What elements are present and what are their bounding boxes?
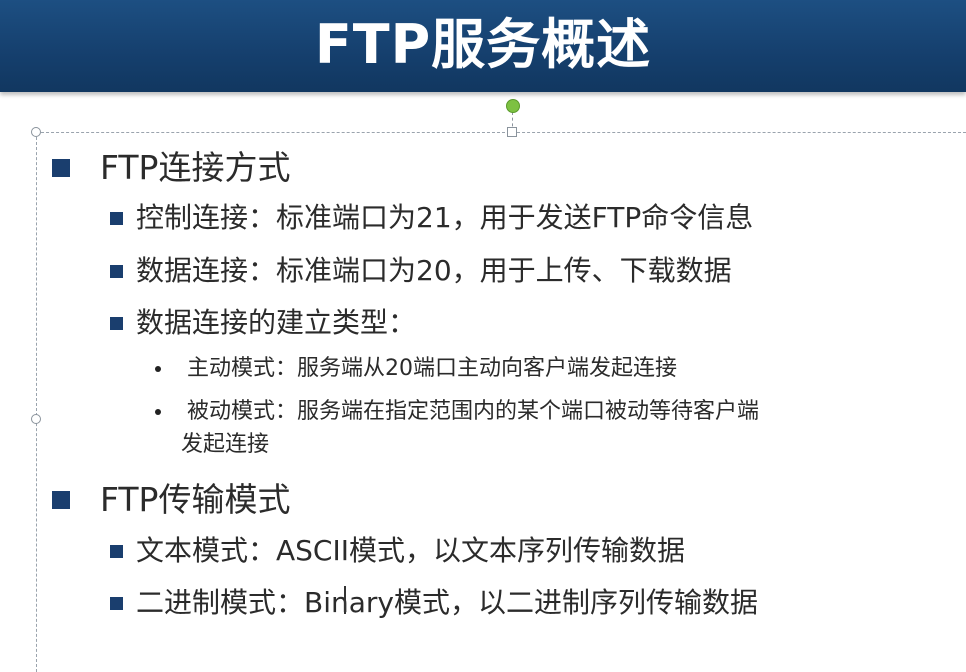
square-bullet-icon [110,597,123,610]
square-bullet-icon [110,317,123,330]
title-bar: FTP服务概述 [0,0,966,92]
square-bullet-icon [52,491,70,509]
square-bullet-icon [110,545,123,558]
square-bullet-icon [110,265,123,278]
resize-handle-top-left[interactable] [31,127,41,137]
rotate-handle[interactable] [506,99,520,113]
dot-bullet-icon [155,366,161,372]
slide-title: FTP服务概述 [314,13,652,76]
square-bullet-icon [110,212,123,225]
dot-bullet-icon [155,409,161,415]
resize-handle-top-middle[interactable] [507,127,517,137]
square-bullet-icon [52,159,70,177]
resize-handle-middle-left[interactable] [31,414,41,424]
text-cursor [344,586,346,614]
